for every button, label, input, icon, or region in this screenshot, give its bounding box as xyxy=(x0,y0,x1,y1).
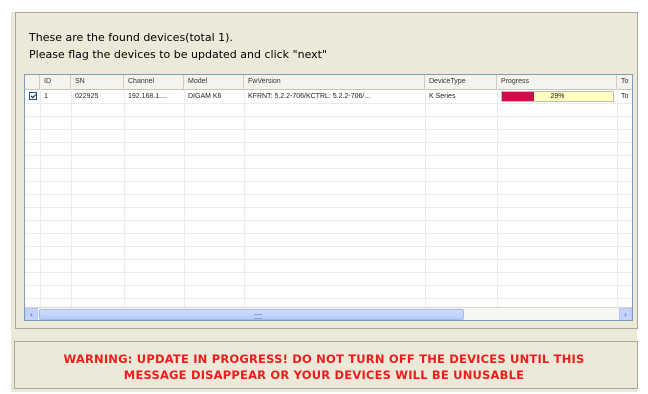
warning-message: WARNING: UPDATE IN PROGRESS! DO NOT TURN… xyxy=(0,351,648,383)
table-row[interactable]: 1 022925 192.168.1.... DIGAM K6 KFRNT: 5… xyxy=(25,90,632,103)
grid-line xyxy=(25,155,632,156)
cell-channel: 192.168.1.... xyxy=(128,93,167,100)
scroll-right-button[interactable]: › xyxy=(619,308,632,320)
grid-column-line xyxy=(497,89,498,307)
column-header-sn[interactable]: SN xyxy=(71,75,124,89)
grid-line xyxy=(25,259,632,260)
column-header-devicetype[interactable]: DeviceType xyxy=(425,75,497,89)
instruction-label: Please flag the devices to be updated an… xyxy=(29,48,328,61)
column-header-fwversion[interactable]: FwVersion xyxy=(244,75,425,89)
grid-line xyxy=(25,168,632,169)
cell-devicetype: K Series xyxy=(429,93,456,100)
column-header-id[interactable]: ID xyxy=(40,75,71,89)
scroll-left-button[interactable]: ‹ xyxy=(25,308,38,320)
grid-column-line xyxy=(617,89,618,307)
column-header-check[interactable] xyxy=(25,75,40,89)
grid-column-line xyxy=(425,89,426,307)
column-header-channel[interactable]: Channel xyxy=(124,75,184,89)
grid-line xyxy=(25,194,632,195)
cell-to: To xyxy=(621,93,629,100)
grid-line xyxy=(25,181,632,182)
scroll-thumb[interactable] xyxy=(39,309,464,320)
grid-line xyxy=(25,142,632,143)
grid-line xyxy=(25,129,632,130)
grid-line xyxy=(25,246,632,247)
grid-line xyxy=(25,116,632,117)
found-devices-label: These are the found devices(total 1). xyxy=(29,31,233,44)
cell-id: 1 xyxy=(44,93,48,100)
row-checkbox-cell[interactable] xyxy=(25,90,40,103)
cell-model: DIGAM K6 xyxy=(188,93,222,100)
grid-column-line xyxy=(244,89,245,307)
grid-line xyxy=(25,233,632,234)
grid-line xyxy=(25,207,632,208)
intro-text: These are the found devices(total 1). Pl… xyxy=(29,29,327,63)
scroll-grip-icon xyxy=(254,314,262,319)
grid-line xyxy=(25,272,632,273)
progress-bar: 29% xyxy=(501,91,614,102)
table-header: ID SN Channel Model FwVersion DeviceType… xyxy=(25,75,632,90)
horizontal-scrollbar[interactable]: ‹ › xyxy=(25,307,632,320)
cell-sn: 022925 xyxy=(75,93,99,100)
warning-line-1: WARNING: UPDATE IN PROGRESS! DO NOT TURN… xyxy=(63,352,585,366)
column-header-to[interactable]: To xyxy=(617,75,632,89)
warning-line-2: MESSAGE DISAPPEAR OR YOUR DEVICES WILL B… xyxy=(123,368,525,382)
grid-column-line xyxy=(71,89,72,307)
cell-fwversion: KFRNT: 5.2.2-706/KCTRL: 5.2.2-706/... xyxy=(248,93,371,100)
progress-percent: 29% xyxy=(550,93,565,100)
devices-table[interactable]: ID SN Channel Model FwVersion DeviceType… xyxy=(24,74,633,321)
row-checkbox[interactable] xyxy=(29,92,37,100)
grid-column-line xyxy=(40,89,41,307)
grid-column-line xyxy=(184,89,185,307)
grid-line xyxy=(25,298,632,299)
grid-column-line xyxy=(124,89,125,307)
column-header-model[interactable]: Model xyxy=(184,75,244,89)
column-header-progress[interactable]: Progress xyxy=(497,75,617,89)
grid-line xyxy=(25,103,632,104)
grid-line xyxy=(25,220,632,221)
grid-line xyxy=(25,285,632,286)
